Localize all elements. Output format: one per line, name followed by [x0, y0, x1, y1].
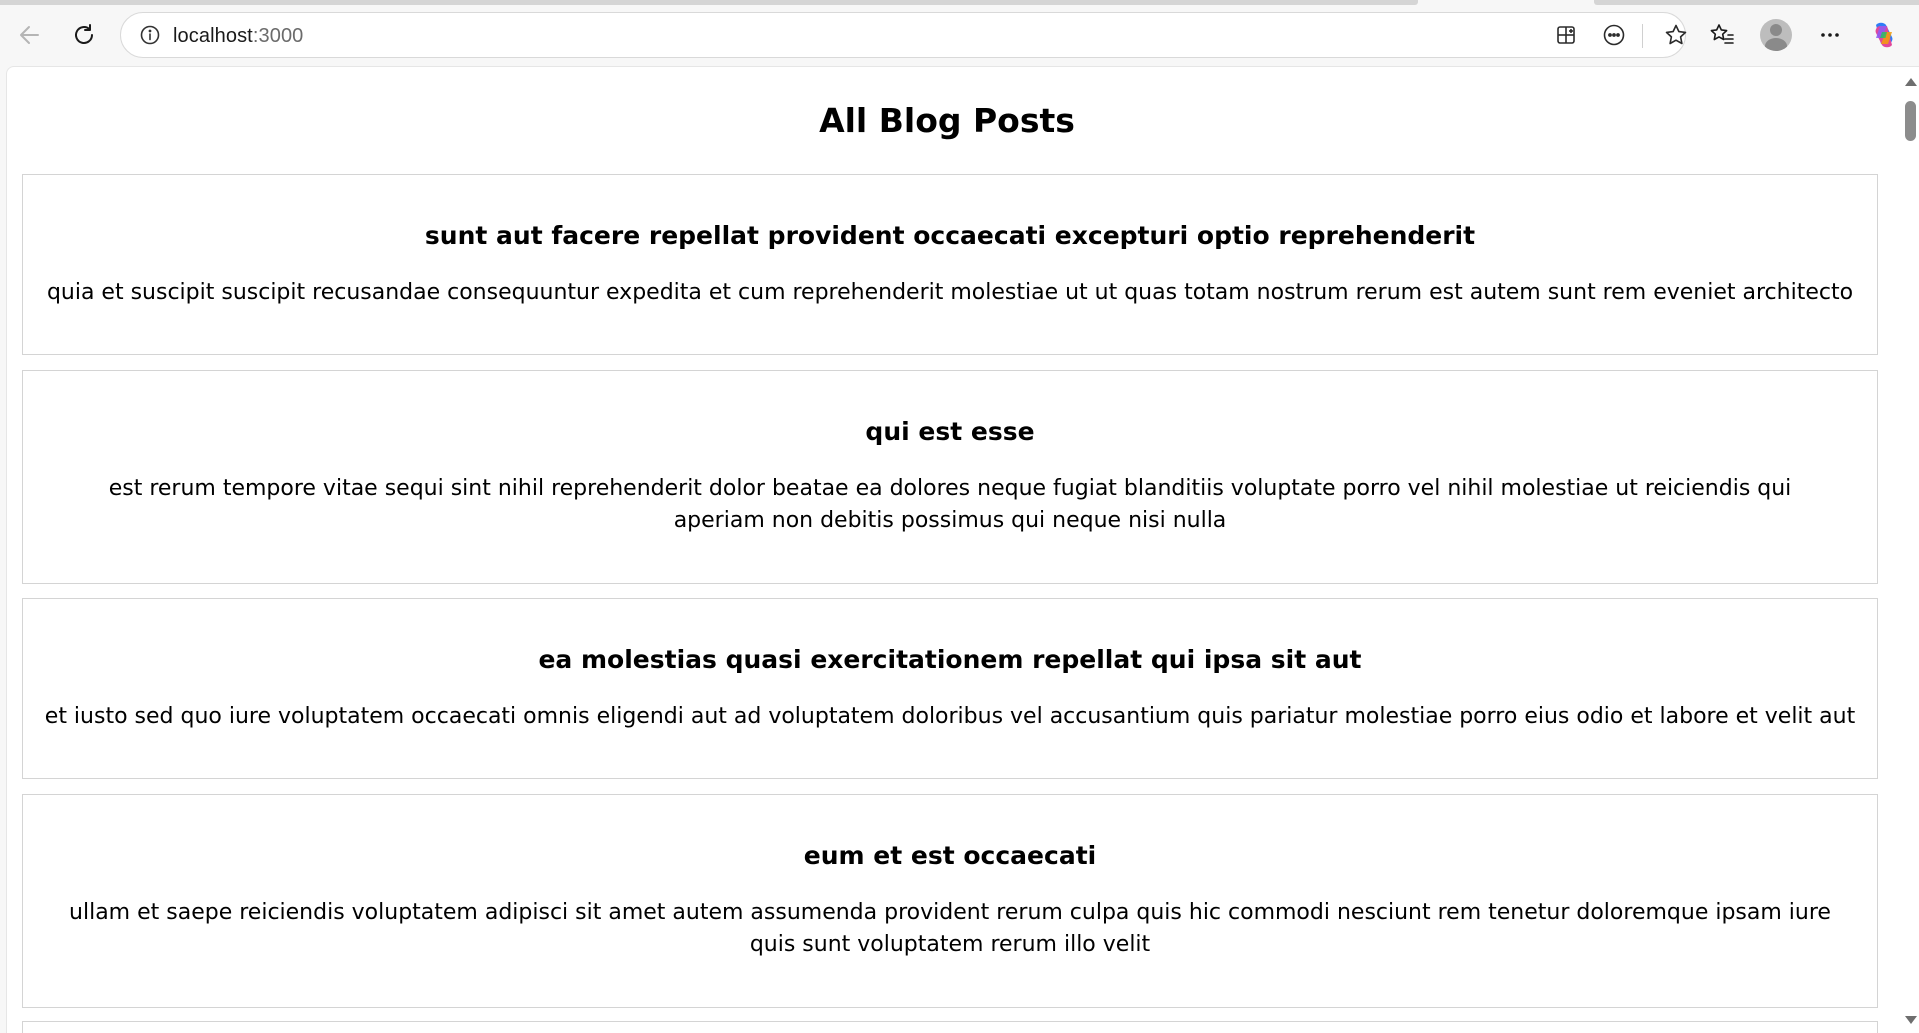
reload-icon[interactable] — [64, 15, 104, 55]
scroll-thumb[interactable] — [1905, 101, 1916, 141]
url-port: :3000 — [252, 25, 304, 47]
divider — [1642, 24, 1643, 48]
favorites-icon[interactable] — [1702, 15, 1742, 55]
address-bar[interactable]: localhost:3000 — [120, 12, 1687, 58]
url-text[interactable]: localhost:3000 — [173, 25, 303, 48]
star-icon[interactable] — [1657, 16, 1695, 54]
tab-strip — [0, 0, 1919, 12]
post-title: sunt aut facere repellat provident occae… — [424, 221, 1476, 250]
post-card: qui est esse est rerum tempore vitae seq… — [22, 370, 1878, 584]
post-body: et iusto sed quo iure voluptatem occaeca… — [44, 704, 1856, 729]
app-install-icon[interactable] — [1547, 16, 1585, 54]
page-viewport: All Blog Posts sunt aut facere repellat … — [6, 66, 1919, 1033]
browser-window: localhost:3000 All Blog Posts sunt aut f… — [0, 0, 1919, 1033]
page-title: All Blog Posts — [819, 101, 1075, 140]
browser-toolbar: localhost:3000 — [0, 12, 1919, 58]
post-card: eum et est occaecati ullam et saepe reic… — [22, 794, 1878, 1008]
post-title: ea molestias quasi exercitationem repell… — [538, 645, 1362, 674]
back-arrow-icon[interactable] — [10, 15, 50, 55]
chat-bubble-icon[interactable] — [1595, 16, 1633, 54]
vertical-scrollbar[interactable] — [1900, 67, 1919, 1033]
url-host: localhost — [173, 25, 253, 47]
post-card: ea molestias quasi exercitationem repell… — [22, 598, 1878, 779]
post-card: sunt aut facere repellat provident occae… — [22, 174, 1878, 355]
post-card — [22, 1021, 1878, 1033]
copilot-icon[interactable] — [1864, 15, 1904, 55]
post-body: quia et suscipit suscipit recusandae con… — [46, 280, 1854, 305]
post-title: eum et est occaecati — [803, 841, 1097, 870]
scroll-up-arrow-icon[interactable] — [1905, 78, 1917, 86]
tab-indicator — [1594, 0, 1919, 5]
info-icon[interactable] — [131, 16, 169, 54]
post-body: est rerum tempore vitae sequi sint nihil… — [108, 476, 1792, 533]
scroll-down-arrow-icon[interactable] — [1905, 1016, 1917, 1024]
more-dots-icon[interactable] — [1810, 15, 1850, 55]
post-body: ullam et saepe reiciendis voluptatem adi… — [69, 900, 1831, 957]
avatar — [1760, 19, 1792, 51]
post-title: qui est esse — [865, 417, 1035, 446]
page-content: All Blog Posts sunt aut facere repellat … — [7, 67, 1900, 1033]
profile-avatar[interactable] — [1756, 15, 1796, 55]
tab-indicator — [0, 0, 1418, 5]
